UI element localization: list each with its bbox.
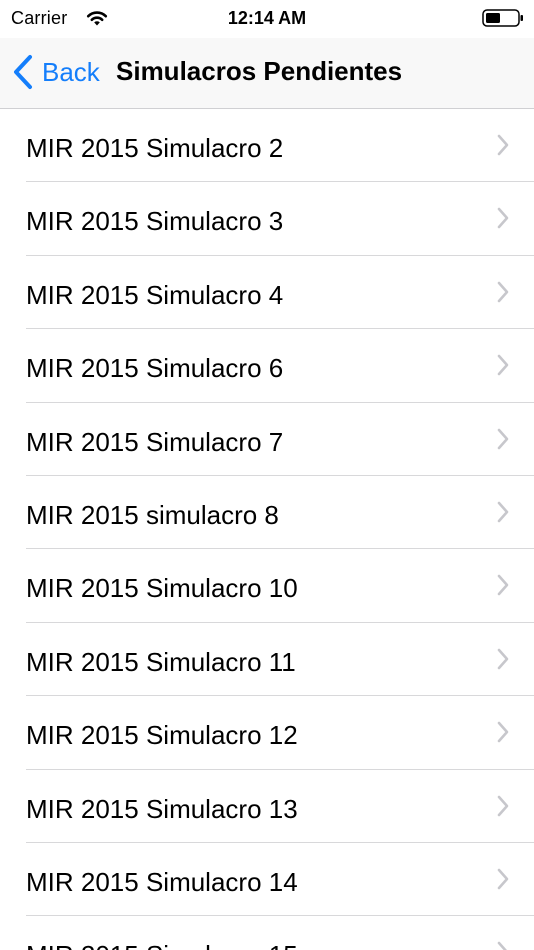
screen: Carrier 12:14 AM Back Simulacros Pendien… [0,0,534,950]
clock-label: 12:14 AM [227,8,307,28]
list-item[interactable]: MIR 2015 Simulacro 10 [0,549,534,624]
chevron-right-icon [497,575,509,596]
chevron-right-icon [497,281,509,303]
list-item-label: MIR 2015 Simulacro 11 [26,646,296,677]
list-item[interactable]: MIR 2015 Simulacro 14 [0,843,534,917]
list-item-label: MIR 2015 Simulacro 6 [26,353,284,384]
chevron-right-icon [497,501,509,523]
list-item-label: MIR 2015 Simulacro 4 [26,279,284,310]
list-item-label: MIR 2015 Simulacro 3 [26,206,284,237]
list-item[interactable]: MIR 2015 Simulacro 7 [0,403,534,477]
list-item[interactable]: MIR 2015 simulacro 8 [0,476,534,550]
chevron-right-icon [497,354,509,376]
chevron-right-icon [497,721,509,743]
list-item-label: MIR 2015 Simulacro 7 [26,426,284,457]
chevron-left-icon [14,55,32,89]
chevron-right-icon [497,208,509,229]
list-item[interactable]: MIR 2015 Simulacro 13 [0,770,534,844]
chevron-right-icon [497,868,509,890]
list-item[interactable]: MIR 2015 Simulacro 15 [0,916,534,950]
list-item-label: MIR 2015 Simulacro 14 [26,866,298,897]
chevron-right-icon [497,648,509,670]
back-button-label: Back [42,56,100,87]
list-item-label: MIR 2015 Simulacro 15 [26,940,298,950]
list-item-label: MIR 2015 Simulacro 2 [26,133,284,163]
list-item-label: MIR 2015 Simulacro 10 [26,573,298,604]
simulacros-list: MIR 2015 Simulacro 2 MIR 2015 Simulacro 3… [0,109,534,950]
list-item[interactable]: MIR 2015 Simulacro 11 [0,623,534,697]
back-button[interactable]: Back [12,52,100,92]
navigation-bar: Back Simulacros Pendientes [0,38,534,109]
list-item[interactable]: MIR 2015 Simulacro 3 [0,182,534,257]
status-bar: Carrier 12:14 AM [0,0,534,38]
page-title: Simulacros Pendientes [116,56,403,86]
battery-icon [482,9,523,27]
list-item[interactable]: MIR 2015 Simulacro 2 [0,109,534,183]
list-item[interactable]: MIR 2015 Simulacro 12 [0,696,534,770]
chevron-right-icon [497,428,509,449]
chevron-right-icon [497,795,509,816]
list-item-label: MIR 2015 Simulacro 13 [26,793,298,824]
chevron-right-icon [497,134,509,156]
chevron-right-icon [497,941,507,950]
list-item-label: MIR 2015 Simulacro 12 [26,720,298,751]
list-item[interactable]: MIR 2015 Simulacro 4 [0,256,534,330]
list-item[interactable]: MIR 2015 Simulacro 6 [0,329,534,403]
list-item-label: MIR 2015 simulacro 8 [26,499,279,530]
